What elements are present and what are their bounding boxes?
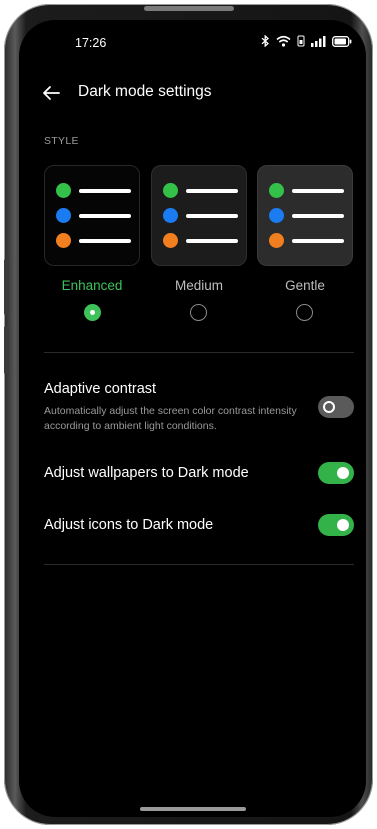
adjust-icons-title: Adjust icons to Dark mode xyxy=(44,517,214,533)
adaptive-contrast-toggle[interactable] xyxy=(318,396,354,418)
screen: 17:26 Dark mode settings STYLE Enhanced … xyxy=(19,20,366,817)
sim-icon xyxy=(297,35,305,47)
style-option-label-medium: Medium xyxy=(174,278,223,293)
divider xyxy=(44,352,354,353)
blue-dot xyxy=(56,208,71,223)
preview-line xyxy=(292,238,344,243)
home-indicator[interactable] xyxy=(140,807,246,811)
blue-dot xyxy=(163,208,178,223)
style-card-enhanced[interactable] xyxy=(44,165,140,266)
header: Dark mode settings xyxy=(19,78,366,108)
adaptive-contrast-description: Automatically adjust the screen color co… xyxy=(44,405,297,432)
style-option-label-enhanced: Enhanced xyxy=(61,278,123,293)
green-dot xyxy=(56,183,71,198)
radio-enhanced[interactable] xyxy=(84,304,101,321)
preview-line xyxy=(79,238,131,243)
orange-dot xyxy=(56,233,71,248)
adjust-icons-toggle[interactable] xyxy=(318,514,354,536)
adjust-wallpapers-toggle[interactable] xyxy=(318,462,354,484)
preview-line xyxy=(79,213,131,218)
adjust-wallpapers-title: Adjust wallpapers to Dark mode xyxy=(44,465,249,481)
style-section-label: STYLE xyxy=(44,135,79,147)
preview-line xyxy=(292,188,344,193)
page-title: Dark mode settings xyxy=(78,83,212,100)
preview-line xyxy=(186,188,238,193)
preview-line xyxy=(186,238,238,243)
style-card-medium[interactable] xyxy=(151,165,247,266)
green-dot xyxy=(269,183,284,198)
preview-line xyxy=(292,213,344,218)
volume-button xyxy=(4,259,9,315)
back-arrow-icon[interactable] xyxy=(39,81,63,105)
orange-dot xyxy=(163,233,178,248)
adaptive-contrast-title: Adaptive contrast xyxy=(44,381,157,397)
radio-medium[interactable] xyxy=(190,304,207,321)
wifi-icon xyxy=(276,35,291,47)
orange-dot xyxy=(269,233,284,248)
bluetooth-icon xyxy=(261,35,270,47)
preview-line xyxy=(79,188,131,193)
status-icons xyxy=(261,35,352,47)
style-card-gentle[interactable] xyxy=(257,165,353,266)
battery-icon xyxy=(332,35,352,47)
power-button xyxy=(4,326,9,374)
divider xyxy=(44,564,354,565)
phone-frame: 17:26 Dark mode settings STYLE Enhanced … xyxy=(4,4,373,825)
green-dot xyxy=(163,183,178,198)
style-option-label-gentle: Gentle xyxy=(285,278,325,293)
status-bar: 17:26 xyxy=(19,20,366,64)
blue-dot xyxy=(269,208,284,223)
radio-gentle[interactable] xyxy=(296,304,313,321)
signal-icon xyxy=(311,35,326,47)
status-time: 17:26 xyxy=(75,36,107,50)
preview-line xyxy=(186,213,238,218)
